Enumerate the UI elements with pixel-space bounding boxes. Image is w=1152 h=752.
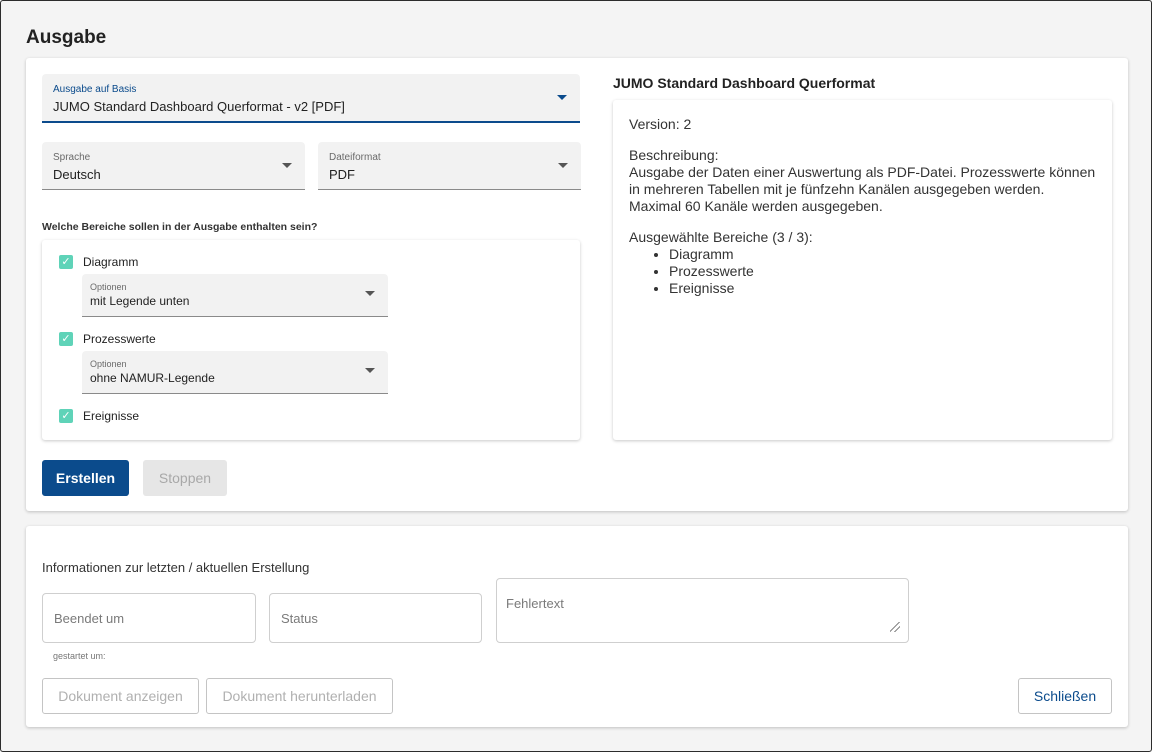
chevron-down-icon xyxy=(557,95,567,100)
template-description-block: Beschreibung: Ausgabe der Daten einer Au… xyxy=(629,147,1096,215)
checkbox-ereignisse[interactable]: ✓ Ereignisse xyxy=(59,409,139,423)
selected-areas-label: Ausgewählte Bereiche (3 / 3): xyxy=(629,229,813,245)
show-document-button[interactable]: Dokument anzeigen xyxy=(42,678,199,714)
chevron-down-icon xyxy=(365,368,375,373)
check-icon: ✓ xyxy=(59,255,73,269)
status-placeholder: Status xyxy=(281,611,318,626)
status-card: Informationen zur letzten / aktuellen Er… xyxy=(26,526,1128,727)
create-button[interactable]: Erstellen xyxy=(42,460,129,496)
started-at-hint: gestartet um: xyxy=(53,651,106,661)
config-card: Ausgabe auf Basis JUMO Standard Dashboar… xyxy=(26,58,1128,511)
areas-box: ✓ Diagramm Optionen mit Legende unten ✓ … xyxy=(42,240,580,440)
prozesswerte-options-select[interactable]: Optionen ohne NAMUR-Legende xyxy=(82,351,388,394)
download-document-button[interactable]: Dokument herunterladen xyxy=(206,678,393,714)
list-item: Diagramm xyxy=(669,246,1096,263)
language-select[interactable]: Sprache Deutsch xyxy=(42,142,305,190)
description-text: Ausgabe der Daten einer Auswertung als P… xyxy=(629,164,1096,214)
checkbox-prozesswerte[interactable]: ✓ Prozesswerte xyxy=(59,332,156,346)
basis-value: JUMO Standard Dashboard Querformat - v2 … xyxy=(53,99,345,114)
checkbox-diagramm[interactable]: ✓ Diagramm xyxy=(59,255,138,269)
list-item: Prozesswerte xyxy=(669,263,1096,280)
check-icon: ✓ xyxy=(59,409,73,423)
language-label: Sprache xyxy=(53,152,91,163)
language-value: Deutsch xyxy=(53,167,101,182)
options-value: ohne NAMUR-Legende xyxy=(90,371,215,385)
finished-at-placeholder: Beendet um xyxy=(54,611,125,626)
options-label: Optionen xyxy=(90,282,127,292)
basis-label: Ausgabe auf Basis xyxy=(53,84,137,95)
options-value: mit Legende unten xyxy=(90,294,190,308)
basis-select[interactable]: Ausgabe auf Basis JUMO Standard Dashboar… xyxy=(42,74,580,123)
error-text-placeholder: Fehlertext xyxy=(506,596,564,611)
options-label: Optionen xyxy=(90,359,127,369)
checkbox-label: Ereignisse xyxy=(83,409,140,423)
dialog-title: Ausgabe xyxy=(26,27,107,48)
checkbox-label: Diagramm xyxy=(83,255,139,269)
file-format-label: Dateiformat xyxy=(329,152,381,163)
chevron-down-icon xyxy=(365,291,375,296)
file-format-value: PDF xyxy=(329,167,355,182)
template-version: Version: 2 xyxy=(629,116,692,132)
resize-handle-icon[interactable] xyxy=(890,622,900,632)
chevron-down-icon xyxy=(282,163,292,168)
finished-at-field[interactable]: Beendet um xyxy=(42,593,256,643)
output-dialog: Ausgabe Ausgabe auf Basis JUMO Standard … xyxy=(0,0,1152,752)
template-title: JUMO Standard Dashboard Querformat xyxy=(613,75,876,91)
close-button[interactable]: Schließen xyxy=(1018,678,1112,714)
diagramm-options-select[interactable]: Optionen mit Legende unten xyxy=(82,274,388,317)
description-label: Beschreibung: xyxy=(629,147,719,163)
template-info-box: Version: 2 Beschreibung: Ausgabe der Dat… xyxy=(613,100,1112,440)
areas-question: Welche Bereiche sollen in der Ausgabe en… xyxy=(42,221,318,233)
selected-areas-list: Diagramm Prozesswerte Ereignisse xyxy=(669,246,1096,297)
stop-button[interactable]: Stoppen xyxy=(143,460,227,496)
status-title: Informationen zur letzten / aktuellen Er… xyxy=(42,560,310,575)
status-field[interactable]: Status xyxy=(269,593,482,643)
chevron-down-icon xyxy=(558,163,568,168)
checkbox-label: Prozesswerte xyxy=(83,332,156,346)
check-icon: ✓ xyxy=(59,332,73,346)
error-text-field[interactable]: Fehlertext xyxy=(496,578,909,643)
file-format-select[interactable]: Dateiformat PDF xyxy=(318,142,581,190)
list-item: Ereignisse xyxy=(669,280,1096,297)
